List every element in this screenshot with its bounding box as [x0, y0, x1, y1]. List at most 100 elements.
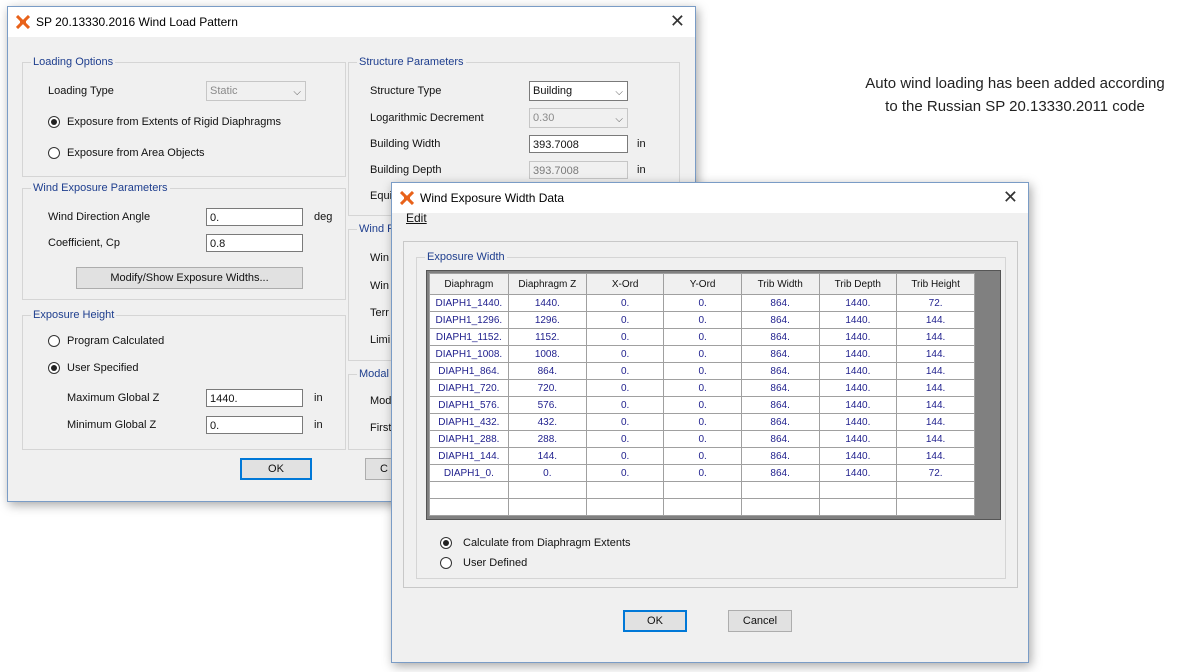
- table-cell[interactable]: 0.: [663, 311, 742, 329]
- table-cell[interactable]: 288.: [507, 430, 587, 448]
- table-cell[interactable]: 1440.: [507, 294, 587, 312]
- table-cell[interactable]: 864.: [740, 294, 820, 312]
- table-cell[interactable]: 1440.: [818, 430, 898, 448]
- table-row[interactable]: DIAPH1_864. 864. 0. 0. 864. 1440. 144.: [429, 362, 975, 380]
- calc-from-extents-radio[interactable]: [440, 537, 452, 549]
- table-row[interactable]: [429, 481, 975, 499]
- ok-button[interactable]: OK: [240, 458, 312, 480]
- table-cell[interactable]: 144.: [507, 447, 587, 465]
- table-cell[interactable]: [585, 481, 665, 499]
- table-cell[interactable]: 0.: [585, 430, 665, 448]
- table-cell[interactable]: 1440.: [818, 464, 898, 482]
- table-cell[interactable]: [663, 498, 742, 516]
- exposure-width-table[interactable]: Diaphragm Diaphragm Z X-Ord Y-Ord Trib Width…: [429, 273, 975, 516]
- table-cell[interactable]: 864.: [740, 447, 820, 465]
- close-icon[interactable]: ✕: [1003, 187, 1018, 208]
- table-cell[interactable]: [429, 481, 509, 499]
- table-cell[interactable]: 1440.: [818, 345, 898, 363]
- table-cell[interactable]: 864.: [740, 328, 820, 346]
- table-cell[interactable]: 720.: [507, 379, 587, 397]
- table-cell[interactable]: 144.: [896, 413, 975, 431]
- max-global-z-input[interactable]: 1440.: [206, 389, 303, 407]
- table-cell[interactable]: [818, 481, 898, 499]
- table-row[interactable]: DIAPH1_576. 576. 0. 0. 864. 1440. 144.: [429, 396, 975, 414]
- table-cell[interactable]: 144.: [896, 328, 975, 346]
- structure-type-select[interactable]: Building ⌵: [529, 81, 628, 101]
- table-cell[interactable]: 864.: [740, 464, 820, 482]
- user-defined-radio[interactable]: [440, 557, 452, 569]
- table-cell[interactable]: 0.: [663, 345, 742, 363]
- table-cell[interactable]: 1440.: [818, 396, 898, 414]
- table-row[interactable]: DIAPH1_144. 144. 0. 0. 864. 1440. 144.: [429, 447, 975, 465]
- table-cell[interactable]: 0.: [585, 396, 665, 414]
- table-cell[interactable]: 72.: [896, 294, 975, 312]
- table-cell[interactable]: 72.: [896, 464, 975, 482]
- table-cell[interactable]: DIAPH1_0.: [429, 464, 509, 482]
- table-cell[interactable]: 864.: [740, 413, 820, 431]
- table-cell[interactable]: 864.: [507, 362, 587, 380]
- cancel-button[interactable]: Cancel: [728, 610, 792, 632]
- table-cell[interactable]: DIAPH1_720.: [429, 379, 509, 397]
- table-cell[interactable]: 144.: [896, 311, 975, 329]
- table-cell[interactable]: 0.: [585, 379, 665, 397]
- table-cell[interactable]: 576.: [507, 396, 587, 414]
- table-row[interactable]: DIAPH1_288. 288. 0. 0. 864. 1440. 144.: [429, 430, 975, 448]
- table-cell[interactable]: 1296.: [507, 311, 587, 329]
- table-cell[interactable]: 0.: [663, 328, 742, 346]
- table-cell[interactable]: 1440.: [818, 362, 898, 380]
- log-decrement-select[interactable]: 0.30 ⌵: [529, 108, 628, 128]
- close-icon[interactable]: ✕: [670, 11, 685, 32]
- table-cell[interactable]: DIAPH1_864.: [429, 362, 509, 380]
- exposure-rigid-radio[interactable]: [48, 116, 60, 128]
- table-cell[interactable]: 864.: [740, 311, 820, 329]
- table-row[interactable]: DIAPH1_432. 432. 0. 0. 864. 1440. 144.: [429, 413, 975, 431]
- table-cell[interactable]: DIAPH1_1008.: [429, 345, 509, 363]
- table-cell[interactable]: 0.: [507, 464, 587, 482]
- table-cell[interactable]: [740, 498, 820, 516]
- table-cell[interactable]: [663, 481, 742, 499]
- table-cell[interactable]: DIAPH1_1296.: [429, 311, 509, 329]
- table-cell[interactable]: 0.: [585, 362, 665, 380]
- table-cell[interactable]: [740, 481, 820, 499]
- table-cell[interactable]: 144.: [896, 447, 975, 465]
- table-cell[interactable]: [429, 498, 509, 516]
- table-cell[interactable]: 864.: [740, 430, 820, 448]
- table-cell[interactable]: DIAPH1_1440.: [429, 294, 509, 312]
- table-cell[interactable]: 0.: [585, 413, 665, 431]
- table-row[interactable]: DIAPH1_720. 720. 0. 0. 864. 1440. 144.: [429, 379, 975, 397]
- table-row[interactable]: DIAPH1_1440. 1440. 0. 0. 864. 1440. 72.: [429, 294, 975, 312]
- table-cell[interactable]: 0.: [663, 413, 742, 431]
- exposure-area-radio[interactable]: [48, 147, 60, 159]
- table-cell[interactable]: 864.: [740, 396, 820, 414]
- table-row[interactable]: DIAPH1_1152. 1152. 0. 0. 864. 1440. 144.: [429, 328, 975, 346]
- table-cell[interactable]: 144.: [896, 396, 975, 414]
- user-specified-radio[interactable]: [48, 362, 60, 374]
- table-cell[interactable]: 1440.: [818, 311, 898, 329]
- table-cell[interactable]: 1008.: [507, 345, 587, 363]
- table-cell[interactable]: [896, 498, 975, 516]
- table-cell[interactable]: 1440.: [818, 294, 898, 312]
- table-cell[interactable]: 1152.: [507, 328, 587, 346]
- table-cell[interactable]: DIAPH1_432.: [429, 413, 509, 431]
- table-cell[interactable]: [507, 498, 587, 516]
- table-cell[interactable]: 1440.: [818, 379, 898, 397]
- table-cell[interactable]: [585, 498, 665, 516]
- table-cell[interactable]: [507, 481, 587, 499]
- table-cell[interactable]: 144.: [896, 430, 975, 448]
- building-depth-input[interactable]: 393.7008: [529, 161, 628, 179]
- table-cell[interactable]: 0.: [663, 396, 742, 414]
- table-cell[interactable]: 1440.: [818, 447, 898, 465]
- menu-edit[interactable]: Edit: [406, 211, 427, 225]
- table-cell[interactable]: 864.: [740, 345, 820, 363]
- table-cell[interactable]: [896, 481, 975, 499]
- table-cell[interactable]: 0.: [585, 345, 665, 363]
- program-calculated-radio[interactable]: [48, 335, 60, 347]
- table-cell[interactable]: 0.: [585, 294, 665, 312]
- table-row[interactable]: DIAPH1_1296. 1296. 0. 0. 864. 1440. 144.: [429, 311, 975, 329]
- table-cell[interactable]: 0.: [663, 362, 742, 380]
- ok-button[interactable]: OK: [623, 610, 687, 632]
- table-cell[interactable]: DIAPH1_1152.: [429, 328, 509, 346]
- table-cell[interactable]: DIAPH1_576.: [429, 396, 509, 414]
- table-cell[interactable]: 0.: [585, 311, 665, 329]
- table-cell[interactable]: 144.: [896, 362, 975, 380]
